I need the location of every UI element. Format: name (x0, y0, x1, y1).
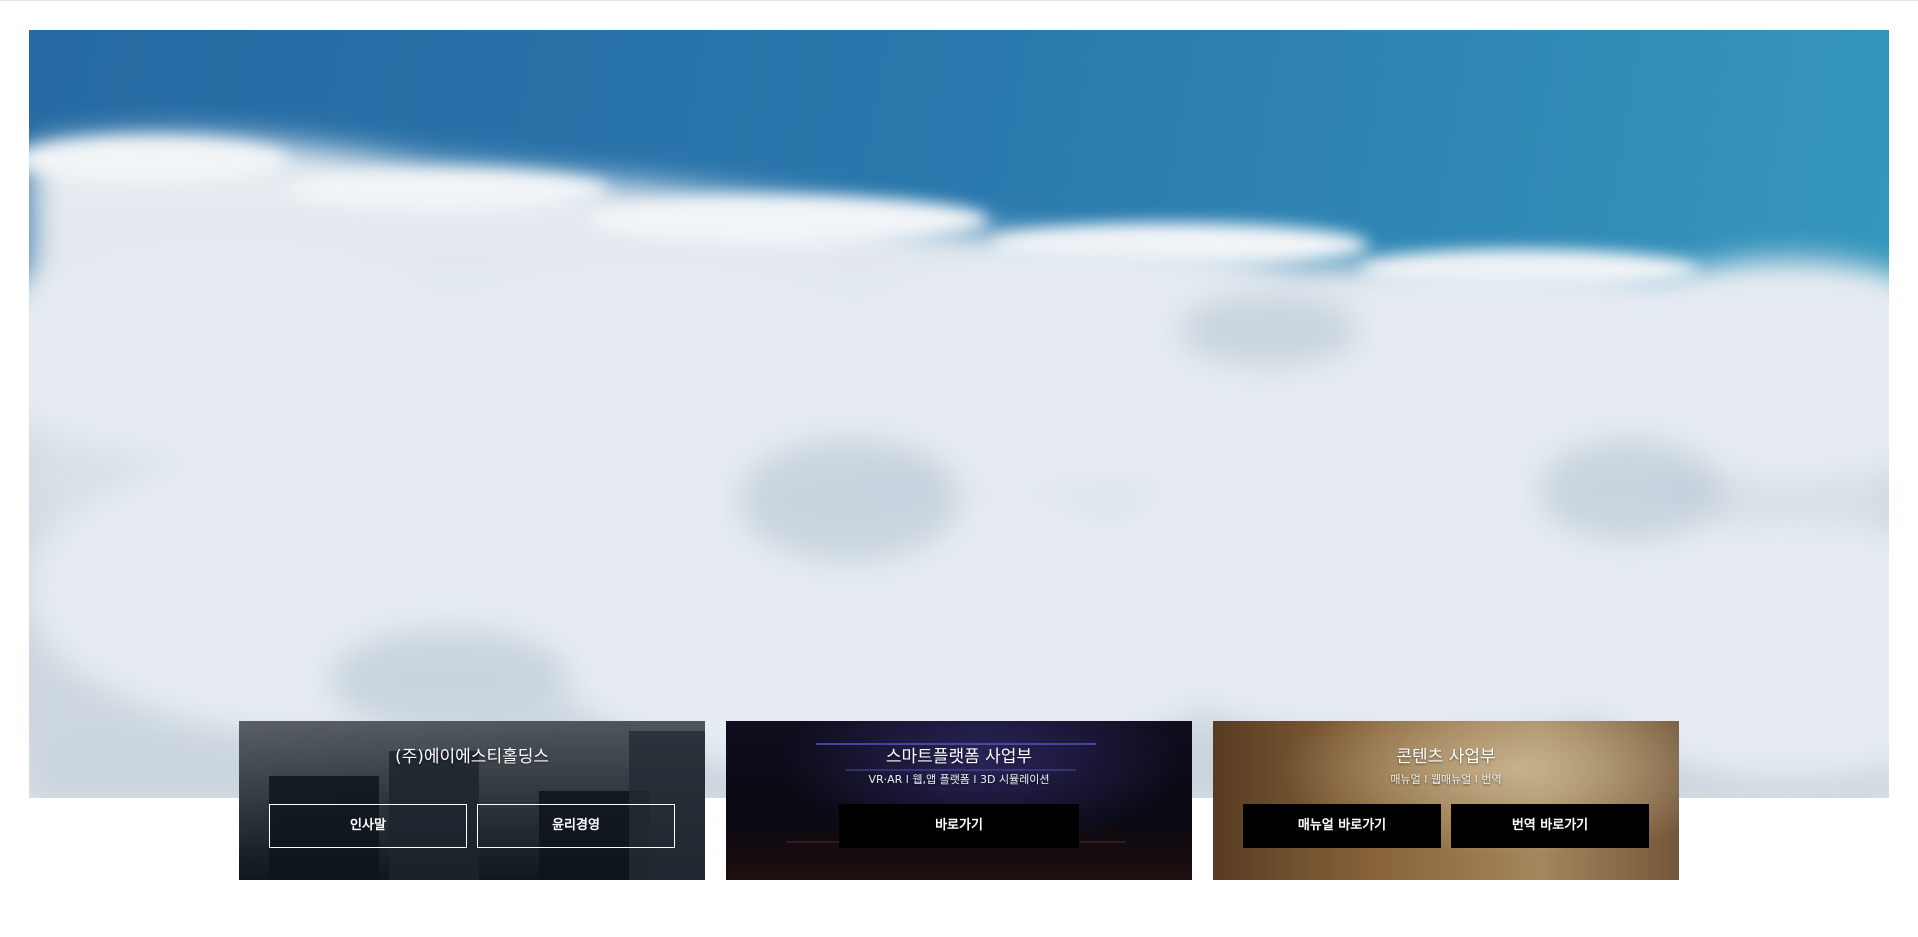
greeting-button[interactable]: 인사말 (269, 804, 467, 848)
card-smart-platform: 스마트플랫폼 사업부 VR·AR l 웹,앱 플랫폼 l 3D 시뮬레이션 바로… (726, 721, 1192, 880)
card-subtitle: 매뉴얼 l 웹매뉴얼 l 번역 (1390, 773, 1502, 786)
card-overlay (239, 721, 705, 880)
manual-go-button[interactable]: 매뉴얼 바로가기 (1243, 804, 1441, 848)
card-title: 스마트플랫폼 사업부 (885, 747, 1033, 767)
card-title: (주)에이에스티홀딩스 (394, 747, 550, 767)
card-title: 콘텐츠 사업부 (1396, 747, 1496, 767)
clouds-sky-photo-icon (29, 137, 1889, 798)
card-overlay (726, 721, 1192, 880)
hero-banner (29, 30, 1889, 798)
translation-go-button[interactable]: 번역 바로가기 (1451, 804, 1649, 848)
ethics-management-button[interactable]: 윤리경영 (477, 804, 675, 848)
card-holdings: (주)에이에스티홀딩스 인사말 윤리경영 (239, 721, 705, 880)
top-divider (0, 0, 1918, 1)
card-overlay (1213, 721, 1679, 880)
go-button[interactable]: 바로가기 (839, 804, 1079, 848)
business-cards: (주)에이에스티홀딩스 인사말 윤리경영 스마트플랫폼 사업부 VR·AR l … (239, 721, 1679, 880)
card-contents: 콘텐츠 사업부 매뉴얼 l 웹매뉴얼 l 번역 매뉴얼 바로가기 번역 바로가기 (1213, 721, 1679, 880)
card-subtitle: VR·AR l 웹,앱 플랫폼 l 3D 시뮬레이션 (868, 773, 1050, 786)
